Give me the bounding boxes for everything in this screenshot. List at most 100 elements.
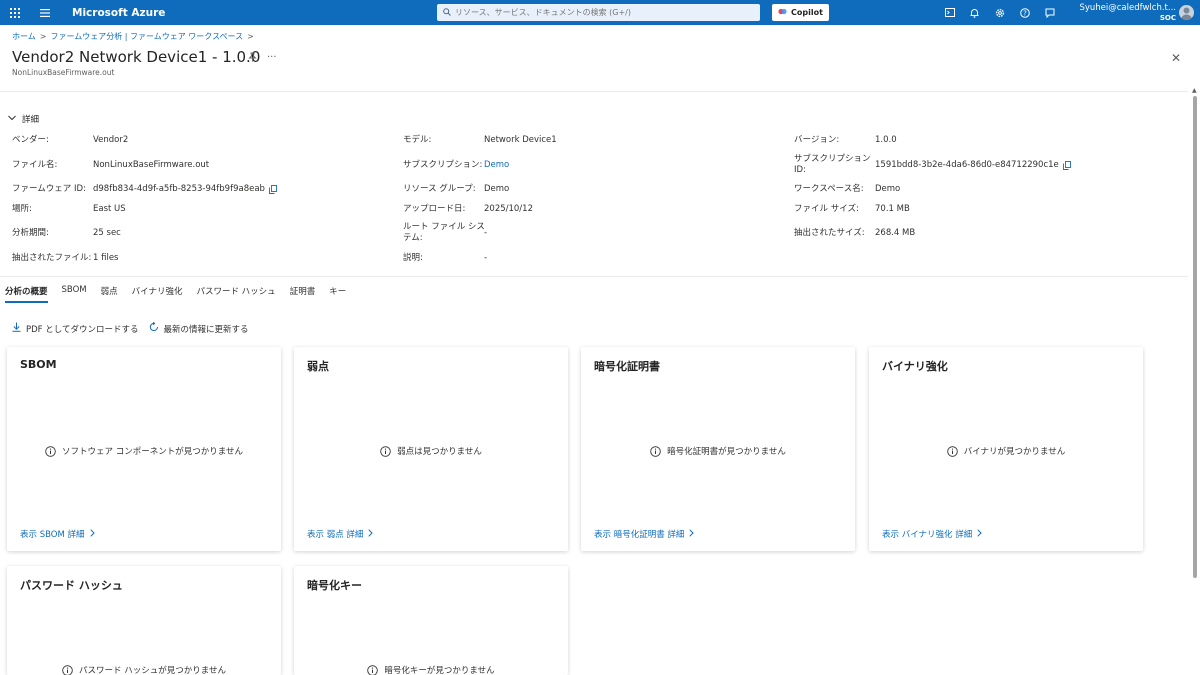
tab-certificates[interactable]: 証明書: [290, 285, 322, 303]
divider: [0, 276, 1188, 277]
chevron-right-icon: [89, 528, 95, 540]
app-launcher-icon[interactable]: [0, 0, 30, 25]
command-bar: PDF としてダウンロードする 最新の情報に更新する: [12, 321, 249, 335]
account-user: Syuhei@caledfwlch.t...: [1079, 3, 1176, 13]
prop-label: ファイル名:: [12, 160, 58, 170]
info-icon: [367, 664, 379, 675]
close-icon[interactable]: ✕: [1171, 51, 1181, 65]
prop-value: 1591bdd8-3b2e-4da6-86d0-e84712290c1e: [875, 160, 1071, 170]
empty-text: 弱点は見つかりません: [397, 447, 482, 457]
link-text: 表示 SBOM 詳細: [20, 530, 85, 540]
card-password-hashes: パスワード ハッシュ パスワード ハッシュが見つかりません: [7, 566, 281, 675]
chevron-right-icon: >: [39, 32, 47, 41]
view-sbom-details-link[interactable]: 表示 SBOM 詳細: [20, 528, 95, 540]
title-actions: ···: [248, 52, 277, 65]
svg-text:?: ?: [1023, 9, 1027, 17]
prop-value: Demo: [484, 184, 510, 194]
chevron-right-icon: [977, 528, 982, 540]
notifications-icon[interactable]: [966, 4, 983, 21]
prop-label: 抽出されたサイズ:: [794, 228, 865, 238]
empty-text: バイナリが見つかりません: [963, 447, 1066, 457]
breadcrumb-firmware-workspace[interactable]: ファームウェア分析 | ファームウェア ワークスペース: [50, 31, 243, 42]
prop-value: 70.1 MB: [875, 204, 910, 214]
tab-sbom[interactable]: SBOM: [62, 285, 93, 303]
subscription-link[interactable]: Demo: [484, 160, 509, 170]
settings-icon[interactable]: [991, 4, 1008, 21]
copilot-label: Copilot: [791, 8, 823, 17]
tab-password-hashes[interactable]: パスワード ハッシュ: [196, 285, 281, 303]
refresh-button[interactable]: 最新の情報に更新する: [149, 321, 249, 335]
divider: [0, 91, 1188, 92]
copilot-button[interactable]: Copilot: [772, 4, 829, 21]
prop-label: ファームウェア ID:: [12, 184, 86, 194]
prop-label: リソース グループ:: [403, 184, 476, 194]
card-title: 暗号化証明書: [594, 360, 660, 373]
tab-keys[interactable]: キー: [329, 285, 352, 303]
link-text: 表示 弱点 詳細: [307, 530, 364, 540]
search-input[interactable]: [455, 8, 745, 17]
prop-value: 25 sec: [93, 228, 121, 238]
help-icon[interactable]: ?: [1016, 4, 1033, 21]
view-certificates-details-link[interactable]: 表示 暗号化証明書 詳細: [594, 528, 695, 540]
card-empty-message: 弱点は見つかりません: [294, 445, 568, 457]
account-menu[interactable]: Syuhei@caledfwlch.t... SOC: [1060, 3, 1176, 23]
card-title: バイナリ強化: [882, 360, 948, 373]
info-icon: [380, 445, 391, 457]
prop-label: 場所:: [12, 204, 32, 214]
link-text: 表示 暗号化証明書 詳細: [594, 530, 685, 540]
subscription-id-text: 1591bdd8-3b2e-4da6-86d0-e84712290c1e: [875, 160, 1059, 170]
card-empty-message: ソフトウェア コンポーネントが見つかりません: [7, 445, 281, 457]
card-title: 弱点: [307, 360, 329, 373]
scrollbar[interactable]: [1193, 96, 1197, 578]
card-title: SBOM: [20, 358, 57, 371]
link-text: 表示 バイナリ強化 詳細: [882, 530, 973, 540]
card-empty-message: バイナリが見つかりません: [869, 445, 1143, 457]
prop-value: Vendor2: [93, 135, 129, 145]
scroll-up-icon[interactable]: ▲: [1192, 87, 1198, 94]
menu-icon[interactable]: [30, 0, 60, 25]
pin-icon[interactable]: [248, 52, 257, 65]
feedback-icon[interactable]: [1041, 4, 1058, 21]
prop-label: バージョン:: [794, 135, 840, 145]
prop-label: モデル:: [403, 135, 432, 145]
brand-name[interactable]: Microsoft Azure: [72, 7, 165, 19]
view-binary-hardening-details-link[interactable]: 表示 バイナリ強化 詳細: [882, 528, 982, 540]
prop-label: アップロード日:: [403, 204, 466, 214]
prop-label: サブスクリプション:: [403, 160, 483, 170]
more-options-icon[interactable]: ···: [267, 52, 277, 65]
chevron-right-icon: >: [247, 32, 254, 41]
prop-label: ワークスペース名:: [794, 184, 864, 194]
empty-text: ソフトウェア コンポーネントが見つかりません: [62, 447, 243, 457]
prop-value: d98fb834-4d9f-a5fb-8253-94fb9f9a8eab: [93, 184, 277, 194]
copy-icon[interactable]: [268, 184, 277, 194]
prop-label: 分析期間:: [12, 228, 49, 238]
account-org: SOC: [1159, 14, 1176, 22]
prop-label: 説明:: [403, 253, 423, 263]
page-subtitle: NonLinuxBaseFirmware.out: [12, 68, 115, 77]
chevron-right-icon: [689, 528, 695, 540]
prop-value: NonLinuxBaseFirmware.out: [93, 160, 210, 170]
card-binary-hardening: バイナリ強化 バイナリが見つかりません 表示 バイナリ強化 詳細: [869, 347, 1143, 551]
info-icon: [62, 664, 73, 675]
prop-value: Network Device1: [484, 135, 557, 145]
global-search[interactable]: [437, 4, 760, 21]
tab-analysis-overview[interactable]: 分析の概要: [5, 285, 54, 303]
prop-value: East US: [93, 204, 126, 214]
prop-value: 1 files: [93, 253, 119, 263]
tab-binary-hardening[interactable]: バイナリ強化: [132, 285, 189, 303]
card-sbom: SBOM ソフトウェア コンポーネントが見つかりません 表示 SBOM 詳細: [7, 347, 281, 551]
copy-icon[interactable]: [1062, 160, 1071, 170]
card-crypto-keys: 暗号化キー 暗号化キーが見つかりません: [294, 566, 568, 675]
cloud-shell-icon[interactable]: [941, 4, 958, 21]
avatar[interactable]: [1179, 5, 1194, 20]
view-weaknesses-details-link[interactable]: 表示 弱点 詳細: [307, 528, 374, 540]
card-empty-message: パスワード ハッシュが見つかりません: [7, 664, 281, 675]
info-icon: [45, 445, 56, 457]
details-toggle[interactable]: 詳細: [8, 113, 39, 125]
breadcrumb-home[interactable]: ホーム: [12, 31, 36, 42]
download-pdf-button[interactable]: PDF としてダウンロードする: [12, 322, 139, 335]
tab-weaknesses[interactable]: 弱点: [101, 285, 124, 303]
prop-label: ベンダー:: [12, 135, 49, 145]
prop-value: 268.4 MB: [875, 228, 916, 238]
prop-label: ルート ファイル システム:: [403, 222, 485, 243]
